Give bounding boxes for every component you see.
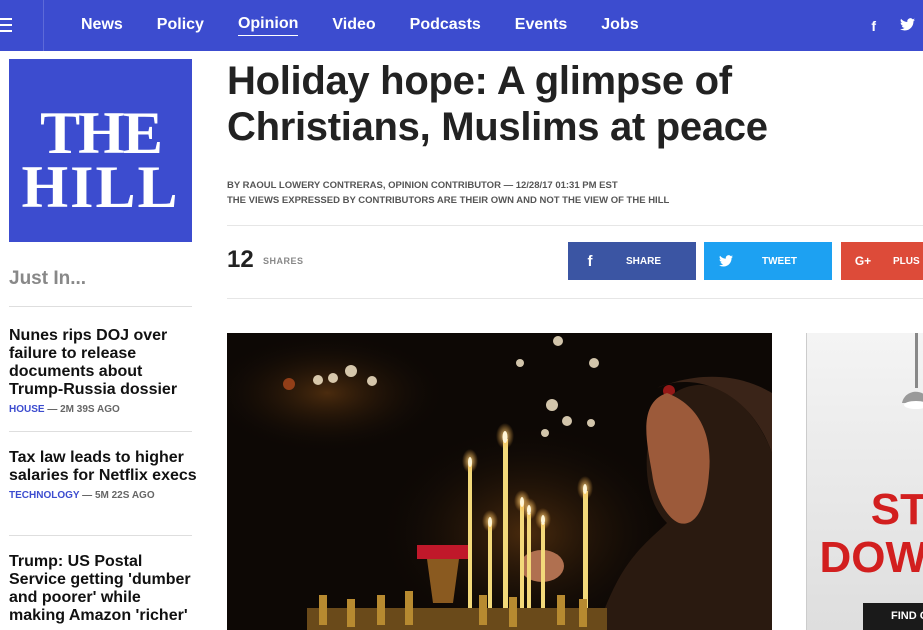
ad-headline-1: ST xyxy=(870,485,923,534)
ad-headline-2: DOW xyxy=(819,533,923,582)
just-in-heading: Just In... xyxy=(9,268,87,289)
divider xyxy=(9,535,192,536)
list-item: Nunes rips DOJ over failure to release d… xyxy=(9,327,199,415)
facebook-icon: f xyxy=(587,252,593,270)
candle-scene-image xyxy=(227,333,772,630)
byline: BY RAOUL LOWERY CONTRERAS, OPINION CONTR… xyxy=(227,178,669,208)
googleplus-icon: G+ xyxy=(854,254,872,268)
nav-jobs[interactable]: Jobs xyxy=(601,16,638,36)
author-line: BY RAOUL LOWERY CONTRERAS, OPINION CONTR… xyxy=(227,180,618,191)
story-link[interactable]: Tax law leads to higher salaries for Net… xyxy=(9,449,199,485)
divider xyxy=(227,298,923,299)
ad-cta-button[interactable]: FIND O xyxy=(863,603,923,630)
story-meta: TECHNOLOGY — 5M 22S AGO xyxy=(9,490,199,501)
list-item: Tax law leads to higher salaries for Net… xyxy=(9,449,199,501)
list-item: Trump: US Postal Service getting 'dumber… xyxy=(9,553,199,625)
nav-news[interactable]: News xyxy=(81,16,123,36)
share-count: 12 xyxy=(227,246,254,273)
story-meta: HOUSE — 2M 39S AGO xyxy=(9,404,199,415)
top-navigation: News Policy Opinion Video Podcasts Event… xyxy=(0,0,923,51)
article-headline: Holiday hope: A glimpse of Christians, M… xyxy=(227,59,768,149)
article-photo[interactable] xyxy=(227,333,772,630)
facebook-icon[interactable]: f xyxy=(871,18,876,34)
share-button-label: SHARE xyxy=(626,255,662,267)
twitter-icon xyxy=(704,252,748,271)
nav-events[interactable]: Events xyxy=(515,16,567,36)
disclaimer: THE VIEWS EXPRESSED BY CONTRIBUTORS ARE … xyxy=(227,195,670,206)
share-count-label: SHARES xyxy=(263,256,304,266)
site-logo[interactable]: THE HILL xyxy=(9,59,192,242)
category-link[interactable]: TECHNOLOGY xyxy=(9,490,79,501)
plus-button-label: PLUS xyxy=(893,255,920,267)
lamp-image xyxy=(902,333,923,409)
tweet-button-label: TWEET xyxy=(762,255,797,267)
nav-video[interactable]: Video xyxy=(332,16,375,36)
divider xyxy=(227,225,923,226)
nav-opinion[interactable]: Opinion xyxy=(237,15,299,36)
menu-button[interactable] xyxy=(0,0,44,51)
story-age: — 2M 39S AGO xyxy=(47,404,120,415)
hamburger-icon xyxy=(0,18,12,20)
story-link[interactable]: Trump: US Postal Service getting 'dumber… xyxy=(9,553,199,625)
nav-podcasts[interactable]: Podcasts xyxy=(410,16,481,36)
social-links: f xyxy=(847,0,915,51)
advertisement[interactable]: ST DOW FIND O xyxy=(806,333,923,630)
twitter-icon[interactable] xyxy=(900,17,915,34)
divider xyxy=(9,431,192,432)
twitter-share-button[interactable]: TWEET xyxy=(704,242,832,280)
main-nav: News Policy Opinion Video Podcasts Event… xyxy=(64,0,656,51)
story-link[interactable]: Nunes rips DOJ over failure to release d… xyxy=(9,327,199,399)
nav-policy[interactable]: Policy xyxy=(157,16,204,36)
googleplus-share-button[interactable]: G+ PLUS xyxy=(841,242,923,280)
facebook-share-button[interactable]: f SHARE xyxy=(568,242,696,280)
category-link[interactable]: HOUSE xyxy=(9,404,45,415)
story-age: — 5M 22S AGO xyxy=(82,490,155,501)
divider xyxy=(9,306,192,307)
